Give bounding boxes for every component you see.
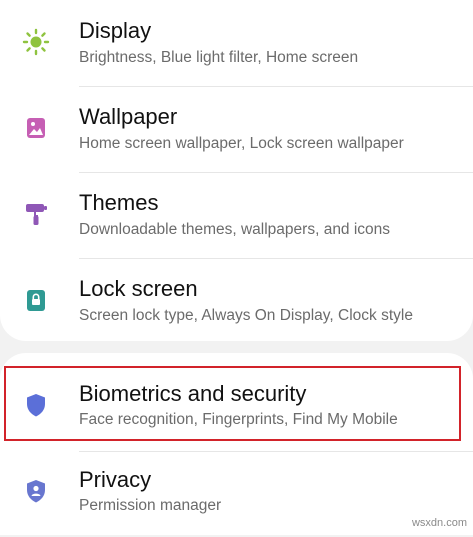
settings-item-themes[interactable]: Themes Downloadable themes, wallpapers, …: [0, 172, 473, 258]
settings-item-privacy[interactable]: Privacy Permission manager: [0, 451, 473, 537]
paintbrush-icon: [22, 200, 50, 228]
sun-icon: [22, 28, 50, 56]
settings-item-lock-screen[interactable]: Lock screen Screen lock type, Always On …: [0, 258, 473, 344]
settings-item-subtitle: Downloadable themes, wallpapers, and ico…: [79, 221, 390, 239]
settings-item-subtitle: Brightness, Blue light filter, Home scre…: [79, 49, 358, 67]
settings-item-title: Privacy: [79, 467, 151, 493]
image-icon: [22, 114, 50, 142]
settings-item-title: Themes: [79, 190, 158, 216]
settings-item-title: Wallpaper: [79, 104, 177, 130]
settings-item-subtitle: Permission manager: [79, 497, 221, 515]
lock-icon: [22, 286, 50, 314]
settings-item-title: Lock screen: [79, 276, 198, 302]
settings-group-display: Display Brightness, Blue light filter, H…: [0, 0, 473, 341]
settings-item-display[interactable]: Display Brightness, Blue light filter, H…: [0, 0, 473, 86]
settings-item-subtitle: Screen lock type, Always On Display, Clo…: [79, 307, 413, 325]
privacy-shield-icon: [22, 477, 50, 505]
watermark: wsxdn.com: [412, 517, 467, 529]
highlight-box: [4, 366, 461, 441]
settings-item-title: Display: [79, 18, 151, 44]
settings-item-wallpaper[interactable]: Wallpaper Home screen wallpaper, Lock sc…: [0, 86, 473, 172]
settings-item-subtitle: Home screen wallpaper, Lock screen wallp…: [79, 135, 404, 153]
